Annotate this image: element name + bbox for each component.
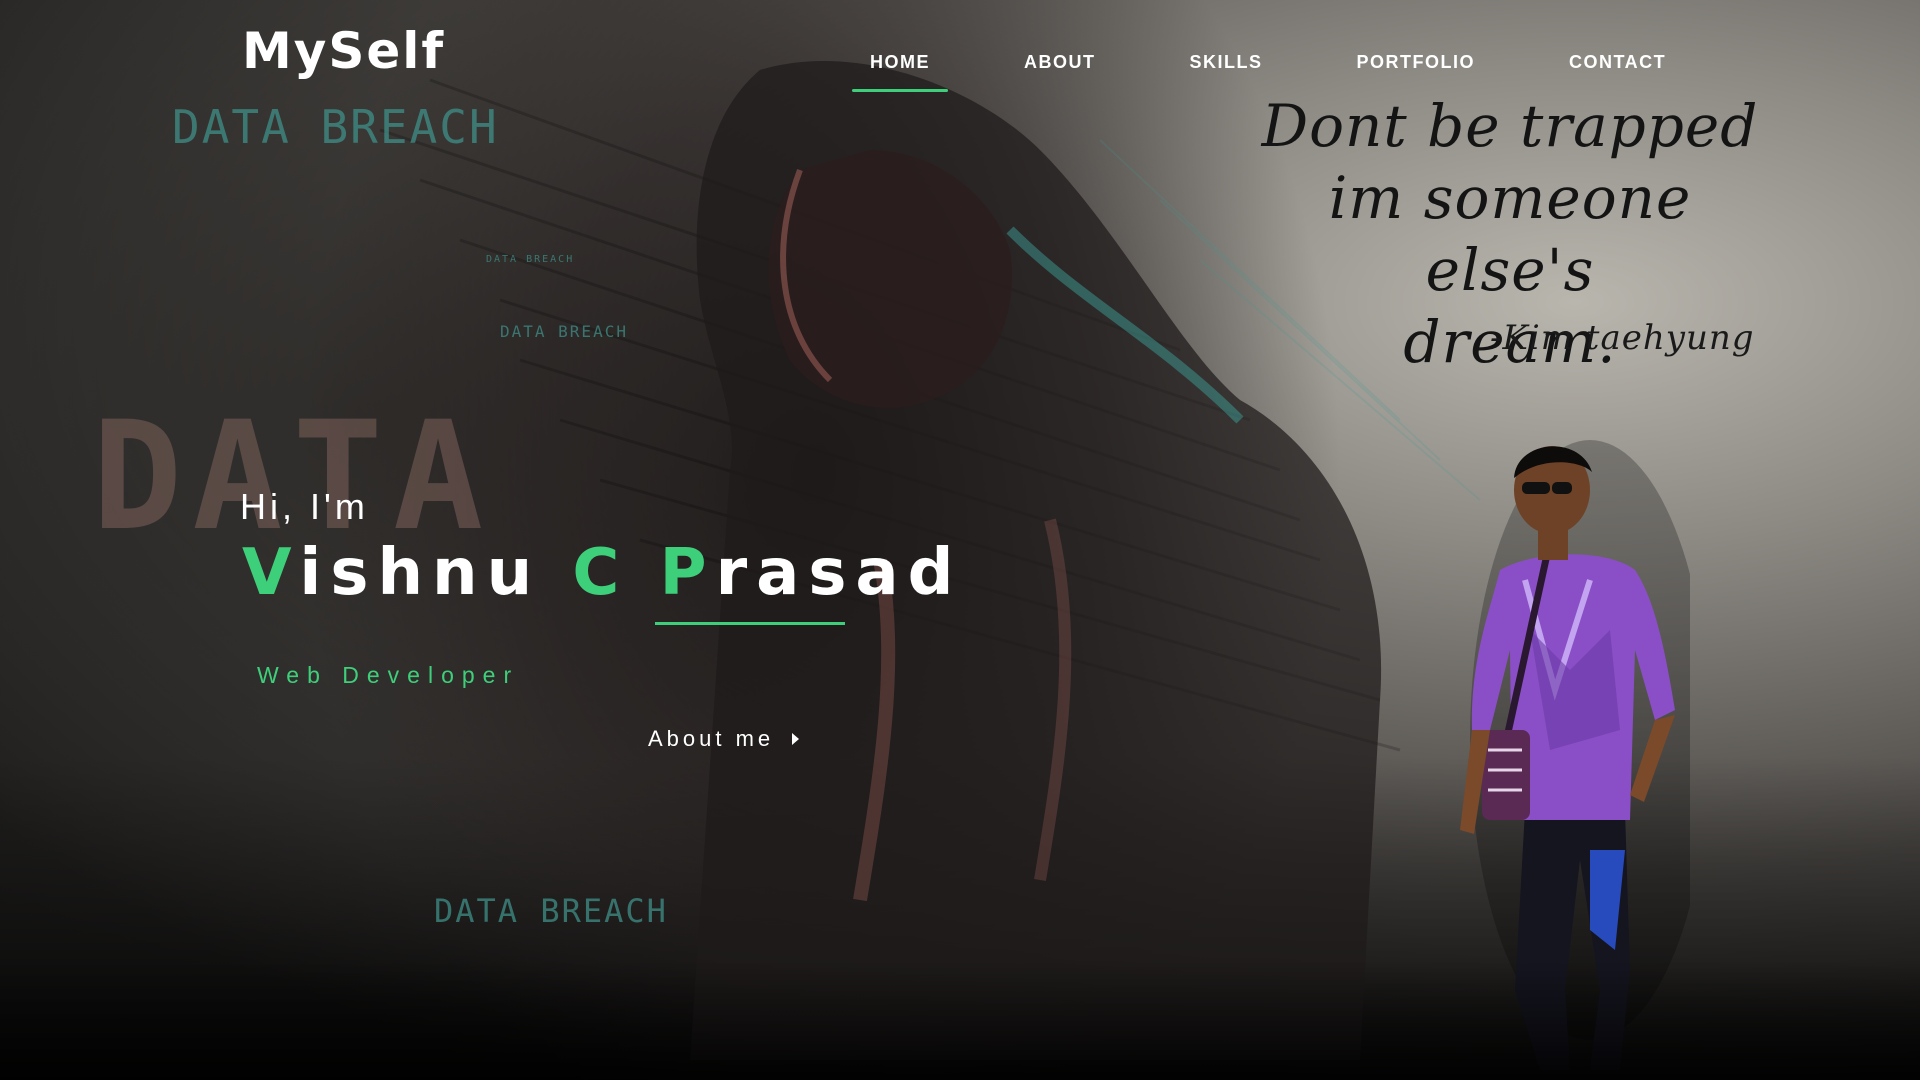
floor-shadow bbox=[0, 960, 1920, 1080]
background-glitch-text: DATA BREACH bbox=[434, 892, 668, 930]
quote-line: im someone else's bbox=[1328, 164, 1692, 304]
hero-name: Vishnu C Prasad bbox=[242, 536, 962, 610]
nav-skills[interactable]: SKILLS bbox=[1190, 52, 1263, 92]
name-initial: C bbox=[572, 536, 629, 610]
site-logo[interactable]: MySelf bbox=[242, 22, 445, 80]
nav-home[interactable]: HOME bbox=[852, 52, 948, 92]
page: DATA BREACH DATA BREACH DATA BREACH DATA… bbox=[0, 0, 1920, 1080]
nav-about[interactable]: ABOUT bbox=[1024, 52, 1096, 92]
nav-contact[interactable]: CONTACT bbox=[1569, 52, 1666, 92]
quote-line: Dont be trapped bbox=[1261, 92, 1759, 160]
background-glitch-text: DATA BREACH bbox=[486, 254, 575, 265]
nav-portfolio[interactable]: PORTFOLIO bbox=[1357, 52, 1476, 92]
name-rest: rasad bbox=[715, 536, 963, 610]
background-glitch-text: DATA BREACH bbox=[172, 100, 499, 154]
name-underline bbox=[655, 622, 845, 625]
hero-role: Web Developer bbox=[257, 662, 520, 688]
name-initial: V bbox=[242, 536, 300, 610]
about-me-button[interactable]: About me bbox=[648, 726, 800, 752]
name-initial: P bbox=[659, 536, 716, 610]
about-me-label: About me bbox=[648, 726, 775, 751]
background-glitch-text: DATA BREACH bbox=[500, 322, 628, 341]
main-nav: HOME ABOUT SKILLS PORTFOLIO CONTACT bbox=[852, 52, 1666, 92]
quote-author: -Kim taehyung bbox=[1490, 318, 1755, 358]
hero-greeting: Hi, I'm bbox=[240, 486, 369, 527]
name-rest: ishnu bbox=[299, 536, 542, 610]
chevron-right-icon bbox=[792, 733, 800, 745]
